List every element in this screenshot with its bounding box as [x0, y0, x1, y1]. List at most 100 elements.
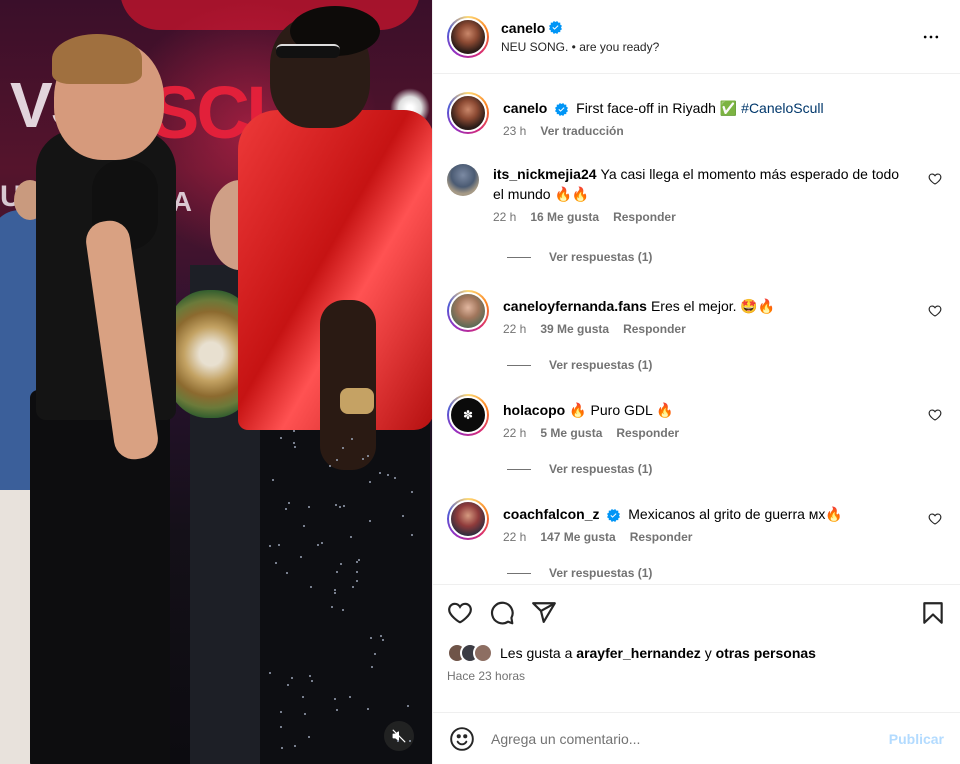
likers-avatars — [447, 643, 493, 663]
comment-avatar[interactable] — [447, 290, 489, 332]
comment-avatar[interactable] — [447, 498, 489, 540]
comment-username[interactable]: holacopo — [503, 402, 565, 418]
view-replies-button[interactable]: Ver respuestas (1) — [507, 566, 946, 580]
post-time[interactable]: Hace 23 horas — [447, 669, 946, 683]
comment-likes[interactable]: 16 Me gusta — [530, 210, 599, 224]
sparkle-dot — [339, 562, 342, 565]
comment-time[interactable]: 22 h — [503, 322, 526, 336]
view-replies-button[interactable]: Ver respuestas (1) — [507, 462, 946, 476]
view-replies-label: Ver respuestas (1) — [549, 566, 653, 580]
verified-badge-icon — [607, 508, 621, 522]
reply-button[interactable]: Responder — [630, 530, 693, 544]
comment-username[interactable]: coachfalcon_z — [503, 506, 599, 522]
view-replies-button[interactable]: Ver respuestas (1) — [507, 250, 946, 264]
sparkle-dot — [381, 638, 384, 641]
comment-meta: 22 h 5 Me gusta Responder — [503, 426, 910, 440]
author-avatar-image — [449, 17, 487, 56]
caption-check-emoji: ✅ — [719, 100, 738, 116]
publish-button[interactable]: Publicar — [889, 731, 944, 747]
action-icons-row — [447, 597, 946, 629]
sparkle-dot — [333, 588, 336, 591]
likes-others-link[interactable]: otras personas — [716, 645, 816, 661]
post-side-panel: canelo NEU SONG. • are you ready? canelo… — [432, 0, 960, 764]
sparkle-dot — [370, 665, 373, 668]
audio-subtitle[interactable]: NEU SONG. • are you ready? — [501, 40, 916, 54]
caption-avatar-image — [449, 94, 487, 132]
comment-text: Eres el mejor. 🤩🔥 — [650, 298, 776, 314]
sparkle-dot — [366, 454, 369, 457]
comment-text-row: its_nickmejia24 Ya casi llega el momento … — [493, 164, 910, 204]
comment-likes[interactable]: 39 Me gusta — [540, 322, 609, 336]
comment-username[interactable]: caneloyfernanda.fans — [503, 298, 647, 314]
media-fighter-right-watch — [340, 388, 374, 414]
heart-icon[interactable] — [447, 600, 473, 626]
heart-icon[interactable] — [928, 304, 942, 318]
comment-time[interactable]: 22 h — [503, 530, 526, 544]
sparkle-dot — [352, 585, 355, 588]
caption-time[interactable]: 23 h — [503, 124, 526, 138]
comment-username[interactable]: its_nickmejia24 — [493, 166, 597, 182]
mute-button[interactable] — [384, 721, 414, 751]
likes-user-link[interactable]: arayfer_hernandez — [576, 645, 701, 661]
comment-body: holacopo 🔥 Puro GDL 🔥 22 h 5 Me gusta Res… — [503, 400, 946, 440]
view-replies-label: Ver respuestas (1) — [549, 250, 653, 264]
caption-hashtag[interactable]: #CaneloScull — [741, 100, 824, 116]
send-icon[interactable] — [531, 600, 557, 626]
likes-prefix: Les gusta a — [500, 645, 573, 661]
likes-summary[interactable]: Les gusta a arayfer_hernandez y otras pe… — [447, 643, 946, 663]
sparkle-dot — [351, 437, 354, 440]
emoji-icon[interactable] — [449, 726, 475, 752]
comment-meta: 22 h 16 Me gusta Responder — [493, 210, 910, 224]
sparkle-dot — [335, 458, 338, 461]
sparkle-dot — [286, 683, 289, 686]
flower-logo-icon: ✽ — [462, 408, 474, 422]
comment-meta: 22 h 39 Me gusta Responder — [503, 322, 910, 336]
more-options-button[interactable] — [916, 22, 946, 52]
view-replies-label: Ver respuestas (1) — [549, 358, 653, 372]
comment-body: caneloyfernanda.fans Eres el mejor. 🤩🔥 22… — [503, 296, 946, 336]
author-username[interactable]: canelo — [501, 20, 545, 36]
reply-button[interactable]: Responder — [616, 426, 679, 440]
caption-username[interactable]: canelo — [503, 100, 547, 116]
comment-avatar[interactable]: ✽ — [447, 394, 489, 436]
comment-text-row: caneloyfernanda.fans Eres el mejor. 🤩🔥 — [503, 296, 910, 316]
add-comment-bar: Publicar — [433, 712, 960, 764]
media-fighter-right-glasses — [276, 44, 340, 58]
view-replies-button[interactable]: Ver respuestas (1) — [507, 358, 946, 372]
comment-icon[interactable] — [489, 600, 515, 626]
comment-avatar[interactable] — [447, 164, 479, 196]
comment-avatar-image: ✽ — [449, 396, 487, 434]
sparkle-dot — [307, 505, 310, 508]
likes-connector: y — [704, 645, 712, 661]
caption-text-row: canelo First face-off in Riyadh ✅ #Canel… — [503, 98, 910, 118]
sparkle-dot — [303, 712, 306, 715]
post-media[interactable]: VS SCUL U IA — [0, 0, 432, 764]
comment-likes[interactable]: 5 Me gusta — [540, 426, 602, 440]
comment-time[interactable]: 22 h — [493, 210, 516, 224]
comment-input[interactable] — [491, 730, 881, 747]
bookmark-icon[interactable] — [920, 600, 946, 626]
heart-icon[interactable] — [928, 172, 942, 186]
comment-meta: 22 h 147 Me gusta Responder — [503, 530, 910, 544]
replies-divider-line — [507, 468, 531, 470]
comments-list[interactable]: canelo First face-off in Riyadh ✅ #Canel… — [433, 74, 960, 584]
comment-time[interactable]: 22 h — [503, 426, 526, 440]
comment-item: ✽ holacopo 🔥 Puro GDL 🔥 22 h 5 Me gusta R… — [447, 394, 946, 440]
sparkle-dot — [310, 680, 313, 682]
sparkle-dot — [368, 519, 371, 522]
comment-item: caneloyfernanda.fans Eres el mejor. 🤩🔥 22… — [447, 290, 946, 336]
comment-text-row: coachfalcon_z Mexicanos al grito de guer… — [503, 504, 910, 524]
translate-button[interactable]: Ver traducción — [540, 124, 623, 138]
heart-icon[interactable] — [928, 408, 942, 422]
reply-button[interactable]: Responder — [613, 210, 676, 224]
sparkle-dot — [320, 542, 323, 545]
sparkle-dot — [302, 524, 305, 527]
caption-avatar[interactable] — [447, 92, 489, 134]
sparkle-dot — [380, 634, 383, 637]
post-actions: Les gusta a arayfer_hernandez y otras pe… — [433, 584, 960, 712]
author-avatar[interactable] — [447, 15, 489, 58]
comment-likes[interactable]: 147 Me gusta — [540, 530, 615, 544]
speaker-muted-icon — [392, 729, 406, 743]
reply-button[interactable]: Responder — [623, 322, 686, 336]
heart-icon[interactable] — [928, 512, 942, 526]
